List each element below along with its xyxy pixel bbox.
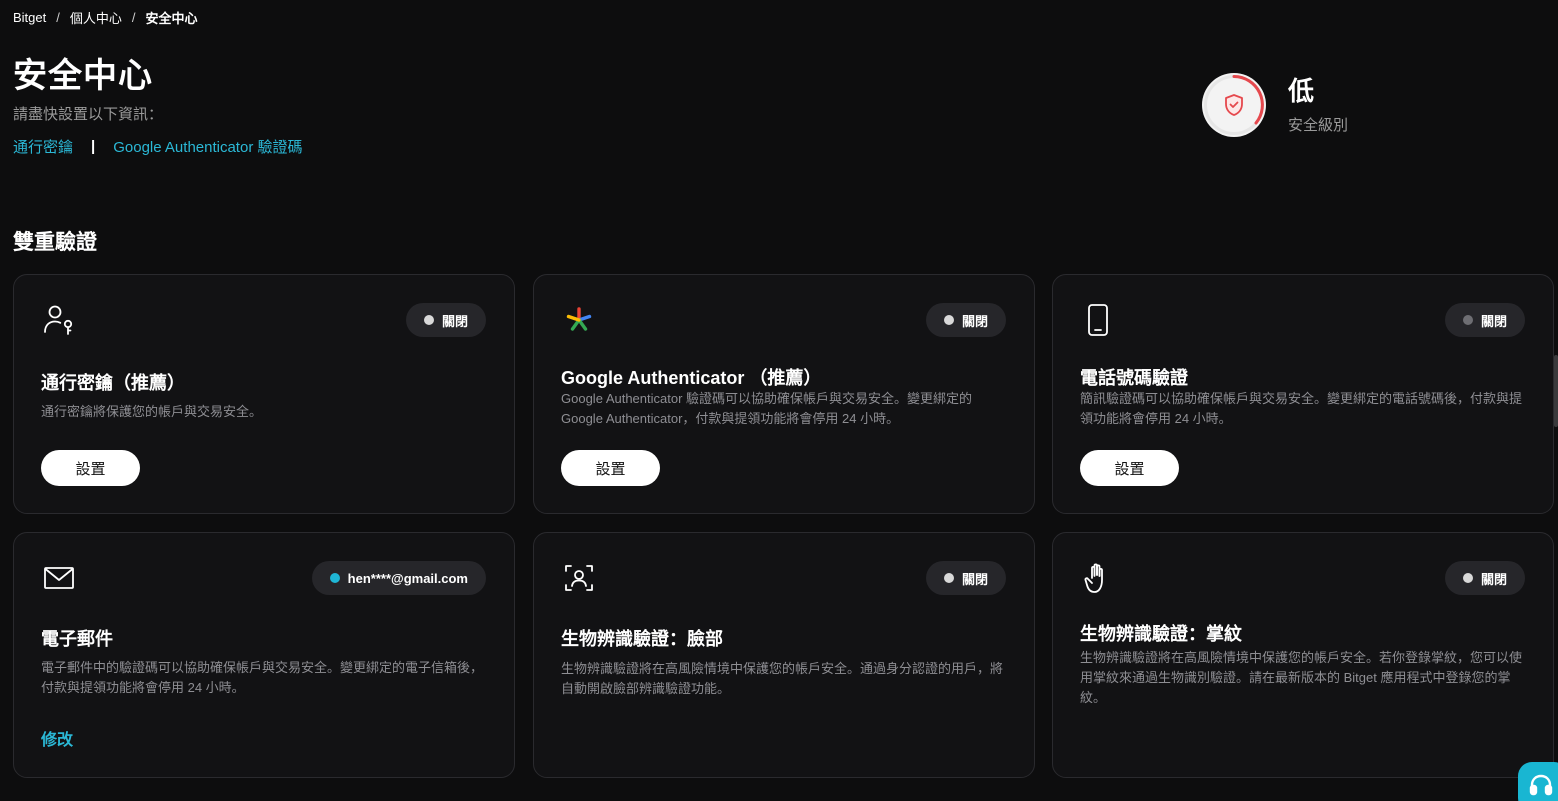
security-level: 低 安全級別 (1202, 73, 1348, 137)
status-label: 關閉 (1480, 313, 1507, 329)
face-description: 生物辨識驗證將在高風險情境中保護您的帳戶安全。通過身分認證的用戶，將自動開啟臉部… (561, 661, 1004, 696)
breadcrumb-item-personal-center[interactable]: 個人中心 (70, 8, 122, 27)
phone-icon (1081, 303, 1115, 337)
status-label: 關閉 (1480, 571, 1507, 587)
two-factor-section-title: 雙重驗證 (13, 231, 97, 254)
passkey-setup-button[interactable]: 設置 (41, 450, 140, 486)
security-center-page: Bitget / 個人中心 / 安全中心 安全中心 請盡快設置以下資訊： 通行密… (0, 0, 1558, 801)
breadcrumb-item-security-center: 安全中心 (145, 11, 198, 26)
email-title: 電子郵件 (41, 629, 113, 649)
email-edit-link[interactable]: 修改 (41, 726, 73, 750)
google-authenticator-icon (562, 303, 596, 337)
headset-icon (1528, 772, 1554, 798)
status-dot (943, 315, 954, 325)
status-dot (423, 315, 434, 325)
google-authenticator-link[interactable]: Google Authenticator 驗證碼 (113, 136, 302, 157)
phone-title: 電話號碼驗證 (1080, 368, 1188, 388)
face-scan-icon (562, 561, 596, 595)
status-dot (1462, 573, 1473, 583)
google-authenticator-setup-button[interactable]: 設置 (561, 450, 660, 486)
google-authenticator-card: 關閉 Google Authenticator （推薦） Google Auth… (533, 274, 1035, 514)
phone-description: 簡訊驗證碼可以協助確保帳戶與交易安全。變更綁定的電話號碼後，付款與提領功能將會停… (1080, 391, 1523, 426)
status-label: 關閉 (441, 313, 468, 329)
passkey-card: 關閉 通行密鑰（推薦） 通行密鑰將保護您的帳戶與交易安全。 設置 (13, 274, 515, 514)
status-dot (1462, 315, 1473, 325)
shield-icon (1223, 93, 1245, 117)
google-authenticator-description: Google Authenticator 驗證碼可以協助確保帳戶與交易安全。變更… (561, 391, 973, 426)
passkey-status-badge: 關閉 (405, 303, 486, 337)
customer-support-button[interactable] (1518, 762, 1558, 801)
breadcrumb-separator: / (131, 10, 136, 25)
google-authenticator-status-badge: 關閉 (925, 303, 1006, 337)
user-key-icon (42, 303, 76, 337)
palm-description: 生物辨識驗證將在高風險情境中保護您的帳戶安全。若你登錄掌紋，您可以使用掌紋來通過… (1080, 650, 1523, 705)
email-address: hen****@gmail.com (347, 570, 468, 586)
status-label: 關閉 (961, 313, 988, 329)
palm-biometric-card: 關閉 生物辨識驗證：掌紋 生物辨識驗證將在高風險情境中保護您的帳戶安全。若你登錄… (1052, 532, 1554, 778)
security-level-value: 低 (1288, 75, 1315, 106)
passkey-description: 通行密鑰將保護您的帳戶與交易安全。 (41, 404, 263, 419)
status-dot (943, 573, 954, 583)
palm-status-badge: 關閉 (1444, 561, 1525, 595)
quick-links: 通行密鑰 | Google Authenticator 驗證碼 (13, 136, 302, 157)
security-level-gauge (1202, 73, 1266, 137)
scrollbar[interactable] (1554, 355, 1558, 427)
palm-icon (1081, 561, 1115, 595)
passkey-title: 通行密鑰（推薦） (41, 373, 185, 393)
page-title: 安全中心 (13, 57, 153, 95)
email-description: 電子郵件中的驗證碼可以協助確保帳戶與交易安全。變更綁定的電子信箱後，付款與提領功… (41, 660, 484, 695)
google-authenticator-title: Google Authenticator （推薦） (561, 368, 822, 388)
email-card: hen****@gmail.com 電子郵件 電子郵件中的驗證碼可以協助確保帳戶… (13, 532, 515, 778)
face-title: 生物辨識驗證：臉部 (561, 629, 723, 649)
mail-icon (42, 561, 76, 595)
phone-verification-card: 關閉 電話號碼驗證 簡訊驗證碼可以協助確保帳戶與交易安全。變更綁定的電話號碼後，… (1052, 274, 1554, 514)
status-dot (329, 573, 340, 583)
passkey-link[interactable]: 通行密鑰 (13, 136, 73, 157)
breadcrumb: Bitget / 個人中心 / 安全中心 (13, 8, 198, 27)
status-label: 關閉 (961, 571, 988, 587)
face-status-badge: 關閉 (925, 561, 1006, 595)
security-level-label: 安全級別 (1288, 116, 1349, 134)
phone-setup-button[interactable]: 設置 (1080, 450, 1179, 486)
page-subtitle: 請盡快設置以下資訊： (13, 106, 164, 123)
email-status-badge: hen****@gmail.com (311, 561, 486, 595)
phone-status-badge: 關閉 (1444, 303, 1525, 337)
palm-title: 生物辨識驗證：掌紋 (1080, 624, 1242, 644)
face-biometric-card: 關閉 生物辨識驗證：臉部 生物辨識驗證將在高風險情境中保護您的帳戶安全。通過身分… (533, 532, 1035, 778)
breadcrumb-item-bitget[interactable]: Bitget (13, 10, 46, 25)
breadcrumb-separator: / (56, 10, 60, 25)
link-divider: | (91, 138, 96, 155)
